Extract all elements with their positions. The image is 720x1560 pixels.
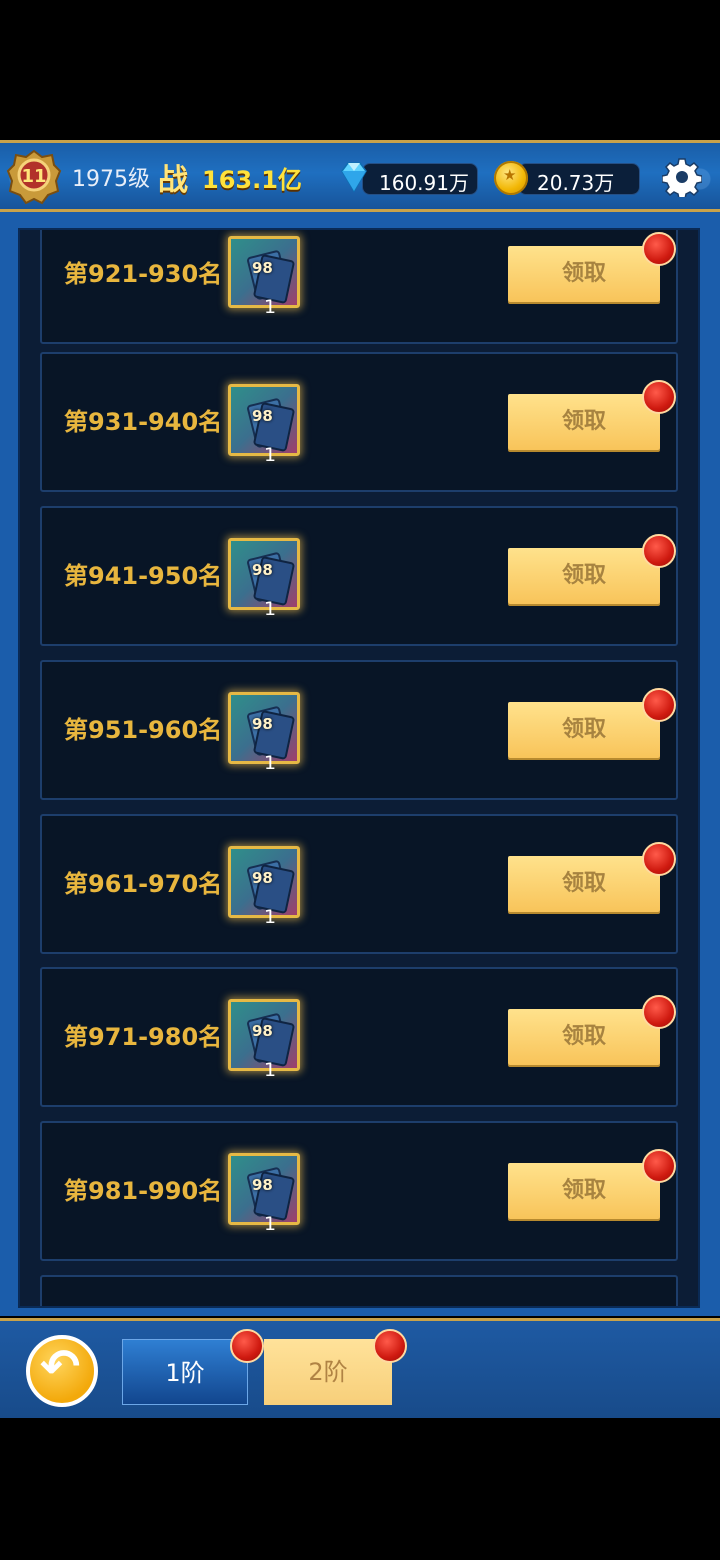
item-count: 1	[264, 296, 277, 318]
item-count: 1	[264, 752, 277, 774]
item-count: 1	[264, 1213, 277, 1235]
back-arrow-icon[interactable]	[26, 1335, 98, 1407]
bottom-bar: 1阶 2阶	[0, 1318, 720, 1418]
claim-button[interactable]: 领取	[508, 856, 660, 912]
claim-button[interactable]: 领取	[508, 246, 660, 302]
item-count: 1	[264, 444, 277, 466]
rank-range: 第961-970名	[64, 870, 223, 898]
rank-range: 第971-980名	[64, 1023, 223, 1051]
claim-button[interactable]: 领取	[508, 702, 660, 758]
gem-amount: 160.91万	[379, 171, 469, 195]
power-label: 战	[158, 163, 188, 198]
list-item: 第931-940名 98 1 领取	[40, 352, 678, 492]
list-item: 第921-930名 98 1 领取	[40, 230, 678, 344]
gold-amount: 20.73万	[537, 171, 615, 195]
notification-dot-icon	[642, 232, 676, 266]
item-count: 1	[264, 906, 277, 928]
svg-text:11: 11	[21, 166, 46, 187]
claim-button[interactable]: 领取	[508, 394, 660, 450]
claim-button[interactable]: 领取	[508, 1009, 660, 1065]
notification-dot-icon	[642, 1149, 676, 1183]
rank-range: 第921-930名	[64, 260, 223, 288]
list-item: 第971-980名 98 1 领取	[40, 967, 678, 1107]
list-item: 第961-970名 98 1 领取	[40, 814, 678, 954]
player-level: 1975级	[72, 167, 150, 192]
rank-badge-icon[interactable]: 11	[6, 149, 62, 205]
gem-counter[interactable]: 160.91万	[362, 163, 478, 195]
rank-range: 第951-960名	[64, 716, 223, 744]
notification-dot-icon	[373, 1329, 407, 1363]
list-item: 第941-950名 98 1 领取	[40, 506, 678, 646]
gear-icon[interactable]	[662, 157, 702, 197]
notification-dot-icon	[642, 842, 676, 876]
rank-range: 第981-990名	[64, 1177, 223, 1205]
rank-range: 第931-940名	[64, 408, 223, 436]
claim-button[interactable]: 领取	[508, 548, 660, 604]
gold-coin-icon	[494, 161, 528, 195]
notification-dot-icon	[642, 534, 676, 568]
list-item: 第951-960名 98 1 领取	[40, 660, 678, 800]
list-item-partial	[40, 1275, 678, 1306]
tab-tier-1[interactable]: 1阶	[122, 1339, 248, 1405]
item-count: 1	[264, 598, 277, 620]
notification-dot-icon	[642, 380, 676, 414]
rank-range: 第941-950名	[64, 562, 223, 590]
notification-dot-icon	[642, 995, 676, 1029]
reward-panel: 第921-930名 98 1 领取 第931-940名 98 1 领取 第941…	[0, 212, 720, 1316]
notification-dot-icon	[642, 688, 676, 722]
gold-counter[interactable]: 20.73万	[518, 163, 640, 195]
diamond-icon	[341, 162, 367, 193]
top-status-bar: 11 1975级 战 163.1亿 160.91万 20.73万	[0, 140, 720, 212]
notification-dot-icon	[230, 1329, 264, 1363]
claim-button[interactable]: 领取	[508, 1163, 660, 1219]
reward-list[interactable]: 第921-930名 98 1 领取 第931-940名 98 1 领取 第941…	[18, 228, 700, 1308]
item-count: 1	[264, 1059, 277, 1081]
list-item: 第981-990名 98 1 领取	[40, 1121, 678, 1261]
power-value: 163.1亿	[202, 166, 302, 194]
